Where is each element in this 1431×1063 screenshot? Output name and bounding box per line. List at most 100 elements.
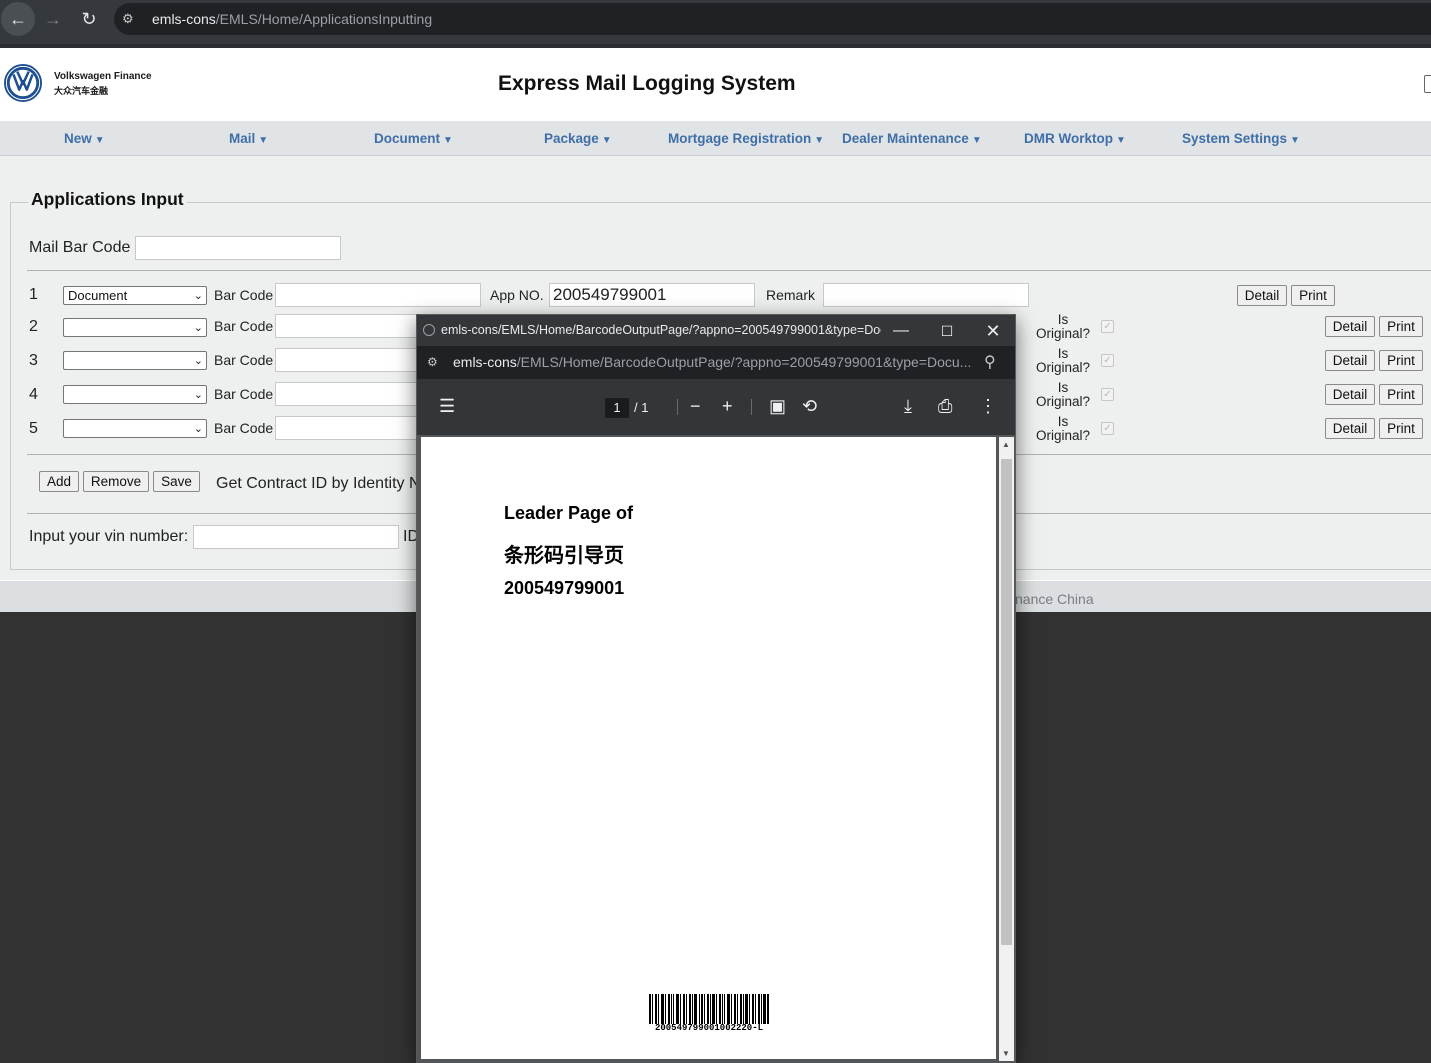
pdf-viewer: Leader Page of 条形码引导页 200549799001 20054… <box>417 435 1015 1063</box>
bar-code-input[interactable] <box>275 314 435 338</box>
bar-code-input[interactable] <box>275 283 481 307</box>
is-original-checkbox[interactable]: ✓ <box>1101 422 1114 435</box>
rotate-icon[interactable]: ⟲ <box>802 395 817 417</box>
page-number-input[interactable]: 1 <box>605 398 629 418</box>
barcode-popup-window: emls-cons/EMLS/Home/BarcodeOutputPage/?a… <box>416 314 1016 1063</box>
is-original-checkbox[interactable]: ✓ <box>1101 354 1114 367</box>
save-button[interactable]: Save <box>153 471 200 492</box>
is-original-label: Is Original? <box>1035 380 1091 409</box>
print-button[interactable]: Print <box>1379 316 1423 337</box>
bar-code-input[interactable] <box>275 348 435 372</box>
is-original-label: Is Original? <box>1035 312 1091 341</box>
pdf-scrollbar[interactable]: ▲ ▼ <box>999 437 1014 1061</box>
address-bar[interactable]: ⚙ emls-cons/EMLS/Home/ApplicationsInputt… <box>114 3 1431 35</box>
print-button[interactable]: Print <box>1291 285 1335 306</box>
chevron-down-icon: ⌄ <box>193 322 203 334</box>
menu-document[interactable]: Document ▼ <box>374 131 453 146</box>
pdf-toolbar: ☰ 1 / 1 − + ▣ ⟲ ⤓ ⎙ ⋮ <box>417 379 1015 435</box>
is-original-checkbox[interactable]: ✓ <box>1101 388 1114 401</box>
back-arrow-icon[interactable]: ← <box>6 7 30 31</box>
zoom-icon[interactable]: ⚲ <box>984 352 996 372</box>
reload-icon[interactable]: ↻ <box>77 7 101 31</box>
menu-dealer-maintenance[interactable]: Dealer Maintenance ▼ <box>842 131 982 146</box>
main-menu: New ▼ Mail ▼ Document ▼ Package ▼ Mortgage R… <box>0 121 1431 156</box>
pdf-heading-cn: 条形码引导页 <box>504 545 624 567</box>
vin-input[interactable] <box>193 525 399 549</box>
row-number: 2 <box>29 318 38 335</box>
minus-icon[interactable]: − <box>690 395 701 417</box>
chevron-down-icon: ⌄ <box>193 290 203 302</box>
row-type-select[interactable]: ⌄ <box>63 385 207 404</box>
detail-button[interactable]: Detail <box>1325 384 1375 405</box>
site-settings-icon[interactable]: ⚙ <box>122 11 138 27</box>
row-number: 3 <box>29 352 38 369</box>
pdf-heading: Leader Page of <box>504 503 634 523</box>
page-title: Express Mail Logging System <box>498 72 796 95</box>
address-url[interactable]: emls-cons/EMLS/Home/ApplicationsInputtin… <box>152 11 432 27</box>
is-original-label: Is Original? <box>1035 414 1091 443</box>
scrollbar-thumb[interactable] <box>1001 459 1012 945</box>
row-number: 4 <box>29 386 38 403</box>
pdf-app-number: 200549799001 <box>504 578 625 598</box>
brand-name-cn: 大众汽车金融 <box>54 86 109 96</box>
barcode-image <box>649 994 769 1024</box>
page-header: Volkswagen Finance 大众汽车金融 Express Mail L… <box>0 48 1431 121</box>
row-type-select[interactable]: Document ⌄ <box>63 286 207 305</box>
globe-icon <box>423 324 435 336</box>
app-no-label: App NO. <box>490 287 544 303</box>
hamburger-icon[interactable]: ☰ <box>439 395 455 417</box>
maximize-icon[interactable]: ☐ <box>927 319 967 343</box>
pdf-page: Leader Page of 条形码引导页 200549799001 20054… <box>421 437 996 1059</box>
row-type-select[interactable]: ⌄ <box>63 351 207 370</box>
chevron-down-icon: ⌄ <box>193 355 203 367</box>
menu-mail[interactable]: Mail ▼ <box>229 131 268 146</box>
bar-code-label: Bar Code <box>214 318 274 334</box>
corner-control[interactable] <box>1424 75 1431 93</box>
is-original-label: Is Original? <box>1035 346 1091 375</box>
remove-button[interactable]: Remove <box>83 471 149 492</box>
menu-system-settings[interactable]: System Settings ▼ <box>1182 131 1300 146</box>
print-button[interactable]: Print <box>1379 384 1423 405</box>
chevron-down-icon: ⌄ <box>193 423 203 435</box>
barcode-text: 200549799001002220-L <box>654 1023 764 1033</box>
scroll-down-icon[interactable]: ▼ <box>1002 1049 1010 1058</box>
download-icon[interactable]: ⤓ <box>904 395 912 417</box>
detail-button[interactable]: Detail <box>1325 350 1375 371</box>
detail-button[interactable]: Detail <box>1325 316 1375 337</box>
footer-copyright: nance China <box>1015 591 1094 607</box>
remark-input[interactable] <box>823 283 1029 307</box>
menu-mortgage-registration[interactable]: Mortgage Registration ▼ <box>668 131 824 146</box>
detail-button[interactable]: Detail <box>1237 285 1287 306</box>
menu-dmr-worktop[interactable]: DMR Worktop ▼ <box>1024 131 1126 146</box>
popup-title-bar: emls-cons/EMLS/Home/BarcodeOutputPage/?a… <box>417 315 1015 346</box>
menu-package[interactable]: Package ▼ <box>544 131 612 146</box>
mail-bar-code-input[interactable] <box>135 236 341 260</box>
add-button[interactable]: Add <box>39 471 79 492</box>
popup-address-bar[interactable]: ⚙ emls-cons/EMLS/Home/BarcodeOutputPage/… <box>417 346 1015 379</box>
mail-bar-code-label: Mail Bar Code <box>29 239 131 256</box>
scroll-up-icon[interactable]: ▲ <box>1002 440 1010 449</box>
bar-code-input[interactable] <box>275 416 435 440</box>
fit-page-icon[interactable]: ▣ <box>769 395 786 417</box>
is-original-checkbox[interactable]: ✓ <box>1101 320 1114 333</box>
menu-new[interactable]: New ▼ <box>64 131 105 146</box>
minimize-icon[interactable]: — <box>881 319 921 343</box>
plus-icon[interactable]: + <box>722 395 733 417</box>
bar-code-input[interactable] <box>275 382 435 406</box>
section-title: Applications Input <box>28 189 187 210</box>
more-vertical-icon[interactable]: ⋮ <box>979 395 997 417</box>
remark-label: Remark <box>766 287 816 303</box>
close-icon[interactable]: ✕ <box>973 319 1013 343</box>
print-button[interactable]: Print <box>1379 418 1423 439</box>
print-button[interactable]: Print <box>1379 350 1423 371</box>
app-no-input[interactable] <box>549 283 755 307</box>
forward-arrow-icon[interactable]: → <box>41 7 65 31</box>
detail-button[interactable]: Detail <box>1325 418 1375 439</box>
row-type-select[interactable]: ⌄ <box>63 318 207 337</box>
vin-label: Input your vin number: <box>29 528 189 545</box>
row-type-select[interactable]: ⌄ <box>63 419 207 438</box>
site-settings-icon[interactable]: ⚙ <box>427 355 438 369</box>
popup-url[interactable]: emls-cons/EMLS/Home/BarcodeOutputPage/?a… <box>453 354 975 370</box>
popup-window-title: emls-cons/EMLS/Home/BarcodeOutputPage/?a… <box>441 323 881 337</box>
print-icon[interactable]: ⎙ <box>938 395 952 417</box>
